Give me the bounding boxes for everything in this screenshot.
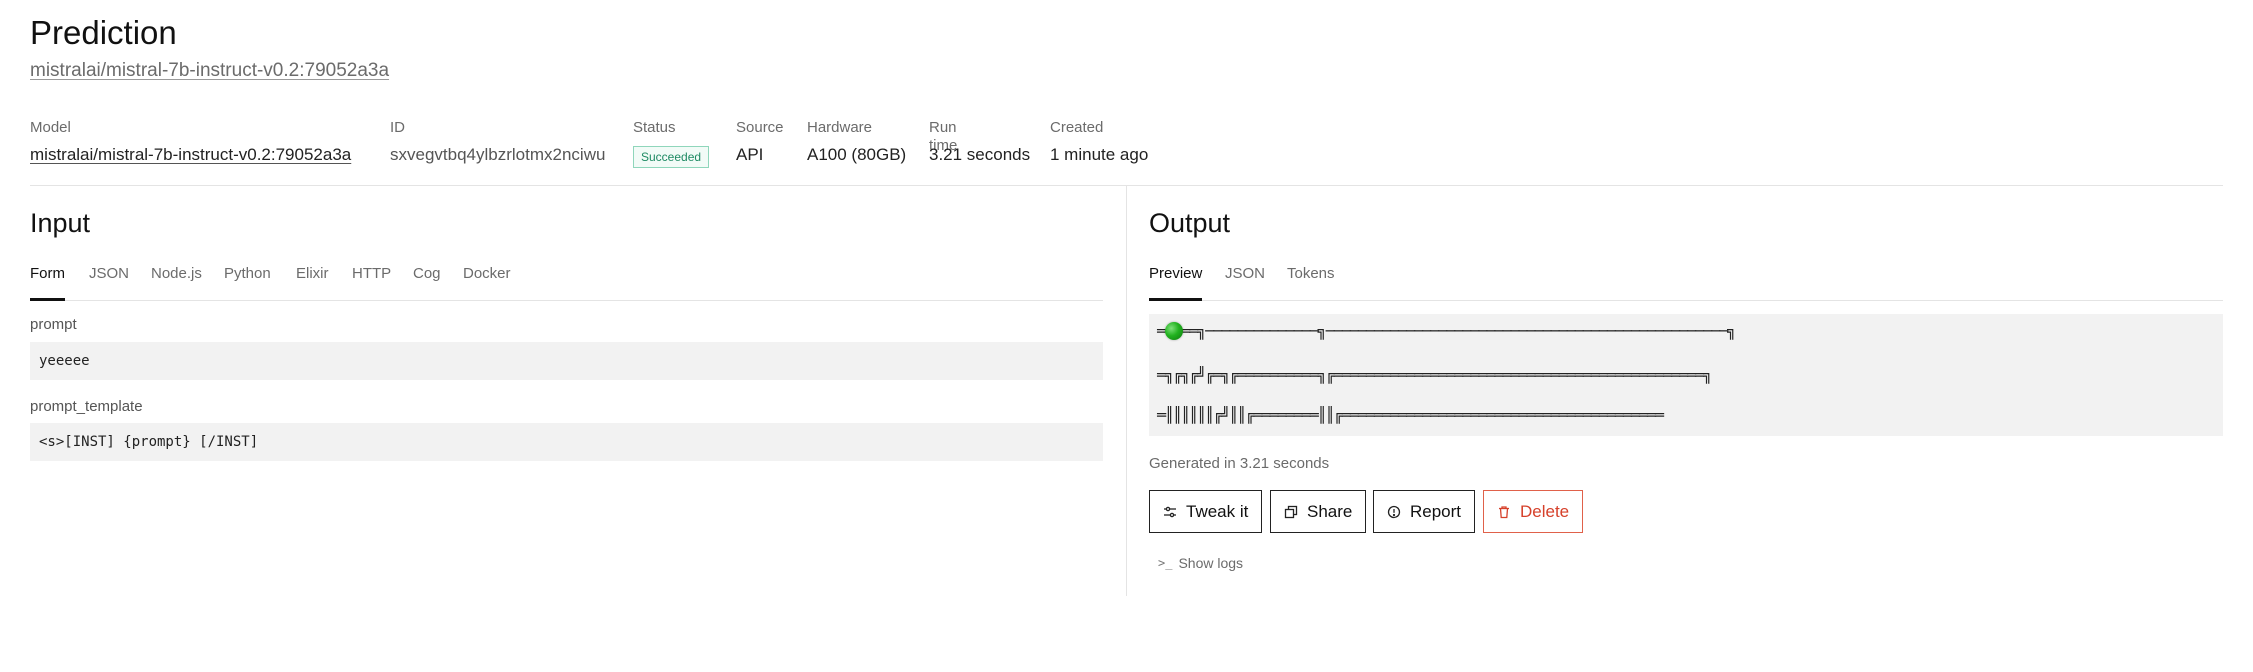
trash-icon	[1497, 505, 1511, 519]
copy-icon	[1284, 505, 1298, 519]
tab-cog[interactable]: Cog	[413, 265, 441, 282]
tab-json[interactable]: JSON	[89, 265, 129, 282]
show-logs-label: Show logs	[1178, 555, 1244, 571]
tab-tokens[interactable]: Tokens	[1287, 265, 1335, 282]
prompt-template-label: prompt_template	[30, 398, 143, 415]
preview-line: ═║║║║║║╔╝║║╔════════║║╔═════════════════…	[1157, 406, 1664, 424]
terminal-icon: >_	[1158, 556, 1173, 570]
preview-line: ═╗╔╗╔╝╔═╗╔══════════╗╔══════════════════…	[1157, 366, 1712, 384]
meta-model: Model mistralai/mistral-7b-instruct-v0.2…	[30, 119, 351, 164]
tweak-label: Tweak it	[1186, 501, 1249, 521]
meta-model-label: Model	[30, 119, 71, 136]
tab-form[interactable]: Form	[30, 265, 65, 301]
tab-http[interactable]: HTTP	[352, 265, 391, 282]
meta-model-link[interactable]: mistralai/mistral-7b-instruct-v0.2:79052…	[30, 145, 351, 165]
meta-hardware-value: A100 (80GB)	[807, 145, 907, 164]
meta-source-label: Source	[736, 119, 784, 136]
meta-created-label: Created	[1050, 119, 1104, 136]
meta-runtime-value: 3.21 seconds	[929, 145, 1031, 164]
meta-id: ID sxvegvtbq4ylbzrlotmx2nciwu	[390, 119, 605, 164]
tweak-button[interactable]: Tweak it	[1149, 490, 1263, 533]
meta-status: Status Succeeded	[633, 119, 710, 168]
prompt-label: prompt	[30, 316, 77, 333]
report-label: Report	[1410, 501, 1462, 521]
tab-docker[interactable]: Docker	[463, 265, 511, 282]
meta-source: Source API	[736, 119, 784, 164]
report-button[interactable]: Report	[1373, 490, 1476, 533]
prompt-field[interactable]: yeeeee	[30, 342, 1103, 380]
prediction-page: Prediction mistralai/mistral-7b-instruct…	[0, 0, 2253, 672]
tab-nodejs[interactable]: Node.js	[151, 265, 202, 282]
output-title: Output	[1149, 208, 1231, 238]
status-badge: Succeeded	[633, 146, 710, 168]
meta-source-value: API	[736, 145, 764, 164]
meta-status-label: Status	[633, 119, 676, 136]
prompt-template-field[interactable]: <s>[INST] {prompt} [/INST]	[30, 423, 1103, 461]
input-title: Input	[30, 208, 91, 238]
meta-id-label: ID	[390, 119, 405, 136]
generated-time: Generated in 3.21 seconds	[1149, 455, 1330, 472]
input-tabs: Form JSON Node.js Python Elixir HTTP Cog…	[30, 265, 1103, 301]
alert-circle-icon	[1387, 505, 1401, 519]
tab-python[interactable]: Python	[224, 265, 271, 282]
preview-line: ═ ══╗──────────────╗────────────────────…	[1157, 322, 1736, 340]
delete-button[interactable]: Delete	[1483, 490, 1584, 533]
meta-created-value: 1 minute ago	[1050, 145, 1149, 164]
tab-output-json[interactable]: JSON	[1225, 265, 1265, 282]
tab-preview[interactable]: Preview	[1149, 265, 1203, 301]
column-divider	[1126, 186, 1127, 596]
meta-hardware: Hardware A100 (80GB)	[807, 119, 906, 164]
sliders-icon	[1163, 505, 1177, 519]
meta-hardware-label: Hardware	[807, 119, 873, 136]
meta-created: Created 1 minute ago	[1050, 119, 1148, 164]
output-tabs: Preview JSON Tokens	[1149, 265, 2223, 301]
output-preview: ═ ══╗──────────────╗────────────────────…	[1149, 314, 2223, 436]
share-button[interactable]: Share	[1270, 490, 1367, 533]
meta-runtime: Run time 3.21 seconds	[929, 119, 1030, 164]
tab-elixir[interactable]: Elixir	[296, 265, 329, 282]
share-label: Share	[1307, 501, 1353, 521]
delete-label: Delete	[1520, 501, 1570, 521]
meta-id-value: sxvegvtbq4ylbzrlotmx2nciwu	[390, 145, 606, 164]
model-version-link[interactable]: mistralai/mistral-7b-instruct-v0.2:79052…	[30, 60, 389, 82]
show-logs-toggle[interactable]: >_ Show logs	[1158, 555, 1243, 571]
green-circle-emoji	[1165, 322, 1183, 340]
page-title: Prediction	[30, 14, 177, 51]
